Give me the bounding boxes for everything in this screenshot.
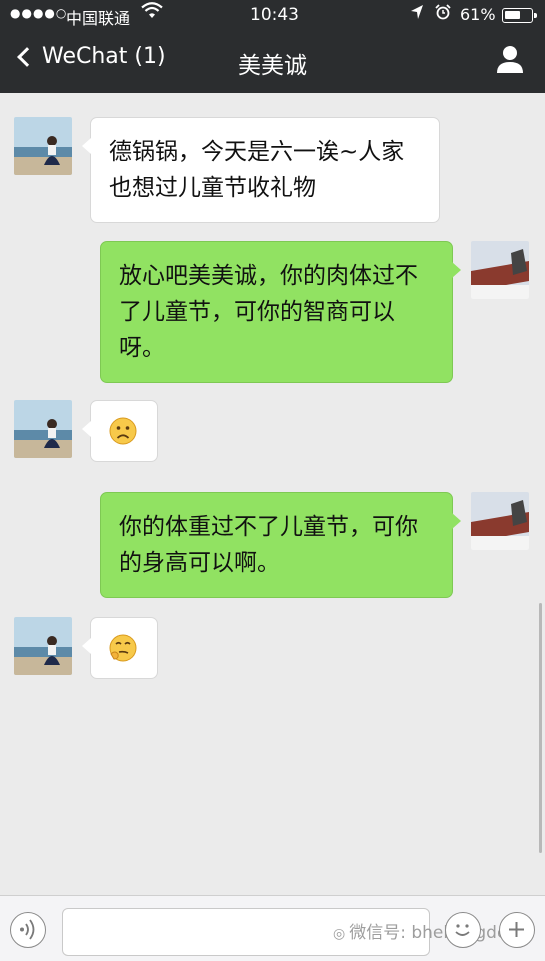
watermark-text: 微信号: bhehengde <box>349 923 508 943</box>
contact-avatar[interactable] <box>14 617 72 675</box>
person-icon <box>497 46 523 73</box>
back-button-label: WeChat (1) <box>42 44 166 69</box>
message-bubble-outgoing[interactable]: 你的体重过不了儿童节，可你的身高可以啊。 <box>100 492 461 598</box>
smiley-icon <box>455 924 470 936</box>
input-bar: ◎ 微信号: bhehengde <box>0 895 545 961</box>
my-avatar[interactable] <box>471 492 529 550</box>
contact-avatar[interactable] <box>14 117 72 175</box>
message-bubble-outgoing[interactable]: 放心吧美美诚，你的肉体过不了儿童节，可你的智商可以呀。 <box>100 241 461 383</box>
chevron-left-icon <box>17 46 37 67</box>
plus-icon <box>509 922 524 937</box>
alarm-clock-icon <box>435 4 451 24</box>
status-time: 10:43 <box>250 5 299 25</box>
my-avatar[interactable] <box>471 241 529 299</box>
chat-area[interactable]: 德锅锅，今天是六一诶~人家也想过儿童节收礼物 放心吧美美诚，你的肉体过不了儿童节… <box>0 93 545 895</box>
wifi-icon <box>141 2 163 25</box>
back-button[interactable]: WeChat (1) <box>14 44 166 69</box>
signal-strength: ●●●●○ <box>10 6 68 20</box>
battery-icon <box>502 8 537 23</box>
navigation-bar: WeChat (1) 美美诚 <box>0 30 545 93</box>
thinking-emoji-icon <box>109 634 137 662</box>
chat-scrollbar[interactable] <box>539 603 542 853</box>
message-bubble-incoming[interactable]: 德锅锅，今天是六一诶~人家也想过儿童节收礼物 <box>82 117 440 223</box>
carrier-name: 中国联通 <box>66 9 131 28</box>
watermark: ◎ 微信号: bhehengde <box>333 918 507 943</box>
contact-avatar[interactable] <box>14 400 72 458</box>
voice-input-button[interactable] <box>10 912 46 948</box>
sound-wave-icon <box>20 919 35 940</box>
battery-fill <box>505 11 521 19</box>
contact-profile-button[interactable] <box>495 44 525 74</box>
message-bubble-incoming[interactable] <box>82 617 158 679</box>
more-options-button[interactable] <box>499 912 535 948</box>
battery-percentage: 61% <box>460 5 496 24</box>
wechat-logo-icon: ◎ <box>333 926 346 942</box>
message-bubble-incoming[interactable] <box>82 400 158 462</box>
top-bar: ●●●●○ 中国联通 10:43 61% WeChat (1) 美美诚 <box>0 0 545 93</box>
frown-emoji-icon <box>109 417 137 445</box>
status-bar: ●●●●○ 中国联通 10:43 61% <box>0 0 545 30</box>
emoji-button[interactable] <box>445 912 481 948</box>
location-arrow-icon <box>410 4 424 24</box>
